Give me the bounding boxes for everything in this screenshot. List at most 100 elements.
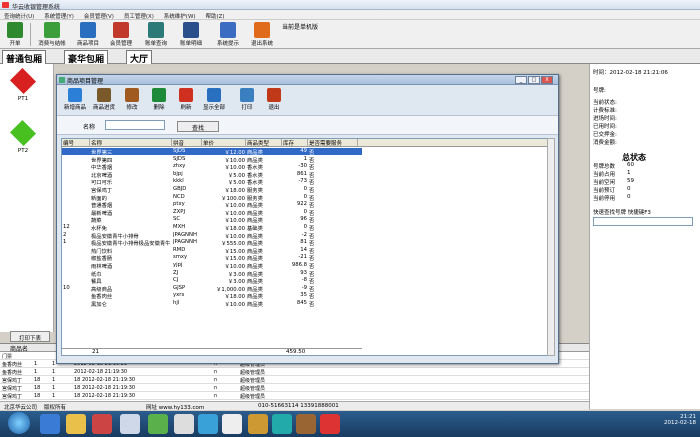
app-icon-3[interactable] [222, 414, 242, 434]
col-name[interactable]: 名称 [90, 139, 172, 147]
app-icon-6[interactable] [296, 414, 316, 434]
status-panel: 时间：2012-02-18 21:21:06 号牌: 当前状态: 计费标准: 进… [589, 64, 700, 409]
col-service[interactable]: 是否需要服务 [308, 139, 358, 147]
info-icon [220, 22, 236, 38]
label-entry-time: 进场时间: [593, 116, 617, 122]
table-row[interactable]: 新面的 NCD ￥100.00 服务类 0 否 [62, 193, 362, 202]
app-icon-2[interactable] [174, 414, 194, 434]
col-pinyin[interactable]: 拼音 [172, 139, 202, 147]
bill-detail-button[interactable]: 账单明细 [175, 21, 207, 48]
show-all-button[interactable]: 显示全部 [199, 88, 229, 112]
cell: 81 [300, 239, 307, 246]
table-row[interactable]: 黑加仑 hjl ￥10.00 商品类 845 否 [62, 300, 362, 308]
table-row[interactable]: 热门饮料 RMD ￥15.00 商品类 14 否 [62, 247, 362, 255]
cell: 否 [309, 302, 315, 308]
ie-icon[interactable] [40, 414, 60, 434]
table-row[interactable]: 宫保鸡丁 18 1 18 2012-02-18 21:19:30 n 超级管理员 [0, 393, 589, 400]
table-row[interactable]: 宫保鸡丁 18 1 18 2012-02-18 21:19:30 n 超级管理员 [0, 377, 589, 384]
menu-query[interactable]: 查询统计(U) [0, 10, 38, 20]
table-row[interactable]: 1 极品安徽青牛小排骨极品安徽青牛 JPAGNNH ￥555.00 商品类 81 否 [62, 239, 362, 247]
exit-system-button[interactable]: 退出系统 [246, 21, 278, 48]
tab-hall[interactable]: 大厅 [126, 50, 153, 65]
cell: NCD [173, 193, 185, 200]
edit-button[interactable]: 修改 [120, 88, 144, 112]
cell: 宫保鸡丁 [2, 394, 23, 400]
col-price[interactable]: 单价 [202, 139, 246, 147]
search-button[interactable]: 查找 [177, 121, 219, 132]
table-row[interactable]: 最新啤酒 ZXPJ ￥10.00 商品类 0 否 [62, 209, 362, 217]
start-button[interactable] [8, 412, 30, 434]
product-grid[interactable]: 编号 名称 拼音 单价 商品类型 库存 是否需要服务 世界第三 SJDS ￥12.0… [61, 138, 551, 356]
col-id[interactable]: 编号 [62, 139, 90, 147]
tab-normal-room[interactable]: 普通包厢 [2, 50, 47, 65]
table-row[interactable]: 中华香烟 zhxy ￥10.00 香水类 -30 否 [62, 163, 362, 171]
tab-deluxe-room[interactable]: 豪华包厢 [64, 50, 109, 65]
room-tabs: 普通包厢 豪华包厢 大厅 [0, 49, 700, 65]
checkout-button[interactable]: 消费与结帐 [33, 21, 71, 48]
menu-staff[interactable]: 员工管理(X) [120, 10, 158, 20]
app-icon-4[interactable] [248, 414, 268, 434]
system-tip-button[interactable]: 系统提示 [212, 21, 244, 48]
table-row[interactable]: 宫保鸡丁 18 1 18 2012-02-18 21:19:30 n 超级管理员 [0, 385, 589, 392]
menu-maintenance[interactable]: 系统维护(W) [160, 10, 200, 20]
hao123-icon[interactable] [148, 414, 168, 434]
table-row[interactable]: 雨林啤酒 yjpj ￥10.00 商品类 986.8 否 [62, 262, 362, 270]
bill-query-button[interactable]: 账单查询 [141, 21, 171, 48]
table-row[interactable]: 北京啤酒 bjpj ￥5.00 香水类 861 否 [62, 171, 362, 179]
menu-system[interactable]: 系统管理(Y) [40, 10, 78, 20]
add-product-button[interactable]: 新增商品 [61, 88, 89, 112]
table-row[interactable]: 世界第四 SJDS ￥10.00 商品类 1 否 [62, 156, 362, 164]
cell: 93 [300, 269, 307, 276]
products-icon [80, 22, 96, 38]
menu-member[interactable]: 会员管理(V) [80, 10, 118, 20]
room-pt2[interactable]: PT2 [8, 119, 38, 154]
table-row[interactable]: 宫保鸡丁 GBJD ￥18.00 服务类 0 否 [62, 186, 362, 194]
app-icon [2, 2, 9, 8]
col-stock[interactable]: 库存 [282, 139, 308, 147]
print-button[interactable]: 打印 [235, 88, 259, 112]
quick-search-input[interactable] [593, 217, 693, 226]
browser-icon[interactable] [120, 414, 140, 434]
table-row[interactable]: 鱼香肉丝 yxrs ￥18.00 商品类 35 否 [62, 292, 362, 300]
members-button[interactable]: 会员管理 [106, 21, 136, 48]
table-row[interactable]: 普通香烟 ptxy ￥10.00 商品类 922 否 [62, 201, 362, 209]
cell: 18 2012-02-18 21:19:30 [74, 393, 136, 399]
cell: 门票 [2, 354, 13, 360]
table-row[interactable]: 世界第三 SJDS ￥12.00 商品类 49 否 [62, 148, 362, 156]
table-row[interactable]: 12 水杯免 MXH ￥18.00 基础类 0 否 [62, 224, 362, 232]
refresh-button[interactable]: 刷新 [174, 88, 198, 112]
table-row[interactable]: 蔬菜 SC ￥10.00 商品类 96 否 [62, 216, 362, 224]
app-icon-5[interactable] [272, 414, 292, 434]
label-room-number: 号牌: [593, 88, 606, 94]
products-button[interactable]: 商品项目 [73, 21, 103, 48]
close-button[interactable]: X [541, 76, 553, 84]
media-icon[interactable] [92, 414, 112, 434]
dialog-title: 商品项目管理 [67, 78, 104, 85]
cash-app-icon[interactable] [320, 414, 340, 434]
table-row[interactable]: 纸巾 ZJ ￥3.00 商品类 93 否 [62, 269, 362, 278]
stock-in-button[interactable]: 商品进货 [90, 88, 118, 112]
table-row[interactable]: 可口可乐 kkkl ￥5.00 香水类 -73 否 [62, 178, 362, 186]
table-row[interactable]: 椒盐香肠 smxy ￥15.00 商品类 -21 否 [62, 254, 362, 262]
delete-button[interactable]: 删除 [147, 88, 171, 112]
table-row[interactable]: 餐具 CJ ￥3.00 商品类 -8 否 [62, 277, 362, 285]
table-row[interactable]: 2 极品安徽青牛小排骨 JPAGNNH ￥10.00 商品类 -2 否 [62, 232, 362, 240]
open-order-button[interactable]: 开单 [3, 21, 27, 48]
qq-icon[interactable] [198, 414, 218, 434]
minimize-button[interactable]: _ [515, 76, 527, 84]
room-pt1[interactable]: PT1 [8, 67, 38, 102]
table-row[interactable]: 10 高级商品 GJSP ￥1,000.00 商品类 -9 否 [62, 285, 362, 293]
clock[interactable]: 21:21 2012-02-18 [664, 414, 696, 426]
grid-scrollbar[interactable] [547, 138, 555, 356]
menu-help[interactable]: 帮助(Z) [201, 10, 228, 20]
cell: SJDS [173, 148, 186, 154]
print-table-button[interactable]: 打印下表 [10, 331, 50, 342]
status-bar: 北京华云公司 版权所有 网址 www.hy133.com 010-5166311… [0, 401, 589, 411]
table-row[interactable]: 鱼香肉丝 1 1 2012-02-18 21:19:30 n 超级管理员 [0, 369, 589, 376]
folder-icon[interactable] [66, 414, 86, 434]
col-type[interactable]: 商品类型 [246, 139, 282, 147]
maximize-button[interactable]: □ [528, 76, 540, 84]
search-input[interactable] [105, 120, 165, 130]
cell: n [214, 393, 218, 399]
exit-button[interactable]: 退出 [262, 88, 286, 112]
